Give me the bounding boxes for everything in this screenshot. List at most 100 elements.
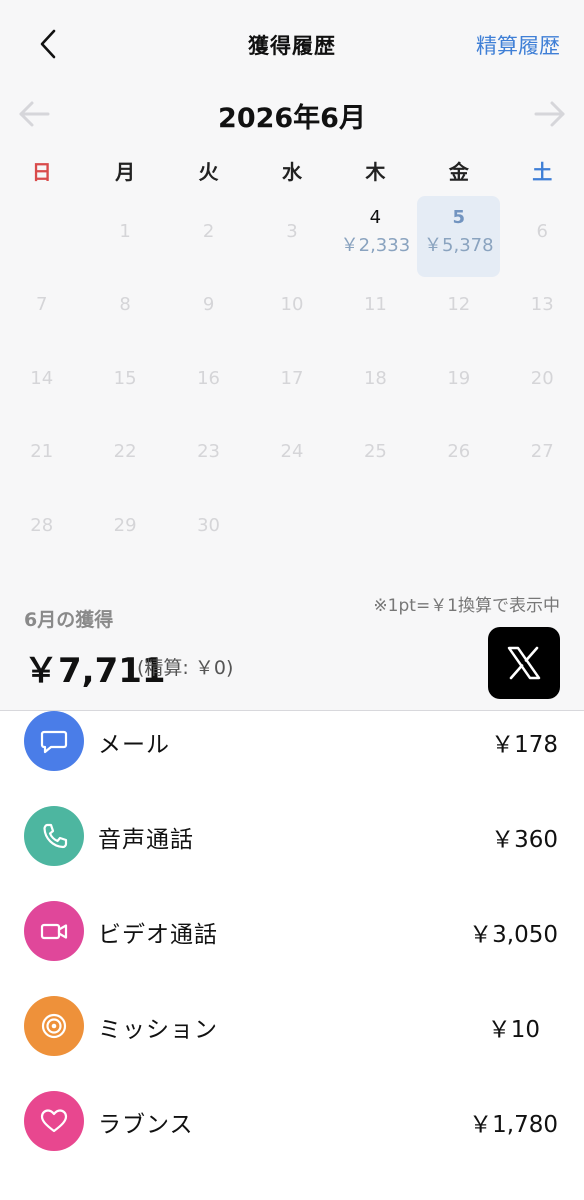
calendar-day-18[interactable]: 18: [334, 342, 417, 416]
calendar-day-empty: [0, 195, 83, 269]
calendar-day-number: 3: [286, 220, 298, 242]
calendar-day-number: 13: [530, 294, 554, 316]
calendar-day-number: 28: [30, 514, 54, 536]
weekday-mon: 月: [115, 160, 136, 184]
calendar-day-number: 7: [35, 294, 48, 316]
earnings-history-screen: 獲得履歴 精算履歴 2026年6月 日 月 火 水 木 金 土 1 2 3 4 ￥2,3…: [0, 0, 584, 1200]
calendar-day-amount: ￥5,378: [424, 234, 494, 256]
earning-label-mail: メール: [98, 732, 170, 758]
calendar-panel: 獲得履歴 精算履歴 2026年6月 日 月 火 水 木 金 土 1 2 3 4 ￥2,3…: [0, 0, 584, 711]
calendar-day-26[interactable]: 26: [417, 416, 500, 490]
video-camera-icon: [40, 923, 68, 940]
calendar-day-number: 4: [369, 206, 382, 228]
calendar-day-number: 25: [363, 441, 387, 463]
weekday-wed: 水: [281, 160, 302, 184]
calendar-day-17[interactable]: 17: [250, 342, 333, 416]
calendar-grid: 1 2 3 4 ￥2,333 5 ￥5,378 6 7 8 9 10 11 12 13 14 15 16 17 18 1…: [0, 195, 584, 563]
calendar-day-1[interactable]: 1: [83, 195, 166, 269]
calendar-day-5[interactable]: 5 ￥5,378: [417, 195, 501, 277]
calendar-day-amount: ￥2,333: [340, 234, 411, 256]
settlement-amount: (精算: ￥0): [137, 657, 234, 679]
earning-icon-voice-call: [24, 806, 84, 866]
x-logo-icon: [507, 646, 541, 680]
calendar-day-10[interactable]: 10: [250, 269, 333, 343]
calendar-day-2[interactable]: 2: [167, 195, 250, 269]
calendar-day-number: 6: [536, 220, 548, 242]
weekday-header: 日 月 火 水 木 金 土: [0, 158, 584, 186]
earning-row-mission[interactable]: ミッション ￥10: [0, 979, 584, 1073]
heart-icon: [40, 1109, 68, 1133]
calendar-day-number: 16: [197, 367, 220, 389]
earning-icon-mail: [24, 711, 84, 771]
calendar-day-number: 2: [202, 220, 215, 242]
calendar-day-11[interactable]: 11: [334, 269, 417, 343]
calendar-day-number: 19: [447, 367, 471, 389]
calendar-day-number: 1: [119, 220, 131, 242]
earning-value-mission: ￥10: [487, 1017, 540, 1043]
calendar-day-6[interactable]: 6: [501, 195, 584, 269]
settlement-history-link[interactable]: 精算履歴: [476, 30, 560, 60]
calendar-day-number: 29: [113, 514, 137, 536]
calendar-day-number: 11: [363, 294, 387, 316]
calendar-day-21[interactable]: 21: [0, 416, 83, 490]
calendar-day-14[interactable]: 14: [0, 342, 83, 416]
calendar-day-28[interactable]: 28: [0, 489, 83, 563]
weekday-thu: 木: [365, 160, 386, 184]
calendar-day-27[interactable]: 27: [501, 416, 584, 490]
earning-label-video-call: ビデオ通話: [98, 922, 218, 948]
calendar-day-16[interactable]: 16: [167, 342, 250, 416]
earning-row-voice-call[interactable]: 音声通話 ￥360: [0, 789, 584, 883]
calendar-day-number: 5: [452, 206, 466, 228]
calendar-day-24[interactable]: 24: [250, 416, 333, 490]
calendar-day-7[interactable]: 7: [0, 269, 83, 343]
earning-label-love-bounce: ラブンス: [98, 1112, 194, 1138]
calendar-day-15[interactable]: 15: [83, 342, 166, 416]
calendar-day-number: 21: [30, 441, 54, 463]
arrow-right-icon: [534, 101, 565, 127]
earning-icon-mission: [24, 996, 84, 1056]
calendar-day-20[interactable]: 20: [501, 342, 584, 416]
earning-value-love-bounce: ￥1,780: [469, 1112, 558, 1138]
calendar-day-number: 9: [202, 294, 215, 316]
calendar-day-number: 18: [363, 367, 387, 389]
weekday-sat: 土: [532, 160, 553, 184]
earning-label-voice-call: 音声通話: [98, 827, 194, 853]
next-month-button[interactable]: [530, 94, 570, 134]
earning-row-video-call[interactable]: ビデオ通話 ￥3,050: [0, 884, 584, 978]
calendar-day-number: 12: [447, 294, 471, 316]
target-icon: [41, 1013, 67, 1039]
earning-value-video-call: ￥3,050: [469, 922, 558, 948]
calendar-day-9[interactable]: 9: [167, 269, 250, 343]
calendar-day-25[interactable]: 25: [334, 416, 417, 490]
calendar-day-8[interactable]: 8: [83, 269, 166, 343]
earning-label-mission: ミッション: [98, 1017, 218, 1043]
calendar-day-19[interactable]: 19: [417, 342, 500, 416]
calendar-day-number: 8: [119, 294, 131, 316]
calendar-day-number: 20: [530, 367, 554, 389]
weekday-tue: 火: [198, 160, 219, 184]
calendar-day-number: 22: [113, 441, 137, 463]
calendar-day-number: 15: [113, 367, 137, 389]
calendar-day-22[interactable]: 22: [83, 416, 166, 490]
earning-icon-love-bounce: [24, 1091, 84, 1151]
earning-row-mail[interactable]: メール ￥178: [0, 694, 584, 788]
share-to-x-button[interactable]: [488, 627, 560, 699]
earning-row-love-bounce[interactable]: ラブンス ￥1,780: [0, 1074, 584, 1168]
earning-value-mail: ￥178: [491, 732, 558, 758]
calendar-day-23[interactable]: 23: [167, 416, 250, 490]
calendar-day-number: 10: [280, 294, 304, 316]
calendar-day-12[interactable]: 12: [417, 269, 500, 343]
calendar-day-number: 17: [280, 367, 304, 389]
chat-bubble-icon: [40, 730, 68, 754]
calendar-day-number: 27: [530, 441, 554, 463]
calendar-day-3[interactable]: 3: [250, 195, 333, 269]
calendar-day-4[interactable]: 4 ￥2,333: [334, 195, 417, 269]
calendar-day-number: 23: [197, 441, 220, 463]
calendar-day-13[interactable]: 13: [501, 269, 584, 343]
calendar-day-29[interactable]: 29: [83, 489, 166, 563]
earning-icon-video-call: [24, 901, 84, 961]
earning-value-voice-call: ￥360: [491, 827, 558, 853]
calendar-day-number: 14: [30, 367, 54, 389]
calendar-day-30[interactable]: 30: [167, 489, 250, 563]
phone-icon: [43, 823, 68, 849]
